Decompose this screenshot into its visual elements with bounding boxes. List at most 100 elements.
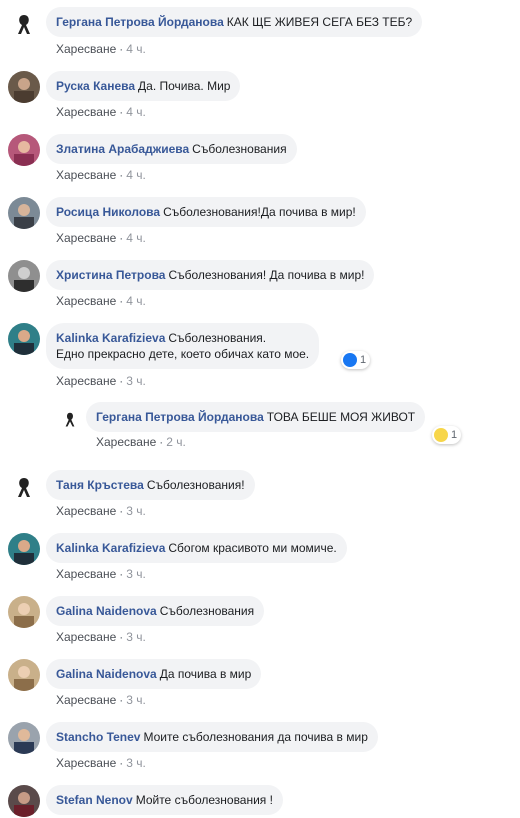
comment-author[interactable]: Kalinka Karafizieva [56,541,165,555]
comment-author[interactable]: Kalinka Karafizieva [56,331,165,345]
comment-time[interactable]: 3 ч. [126,567,146,581]
separator-dot: · [119,693,124,707]
comment-bubble: Stancho Tenev Моите съболезнования да поч… [46,722,378,752]
comment-text: Съболезнования [192,142,287,156]
avatar[interactable] [8,659,40,691]
separator-dot: · [119,42,124,56]
comment-time[interactable]: 2 ч. [166,435,186,449]
avatar[interactable] [8,722,40,754]
comment-bubble: Таня Кръстева Съболезнования! [46,470,255,500]
like-link[interactable]: Харесване [56,294,116,308]
comment-time[interactable]: 4 ч. [126,168,146,182]
comment-author[interactable]: Гергана Петрова Йорданова [56,15,224,29]
comment-author[interactable]: Гергана Петрова Йорданова [96,410,264,424]
comment-time[interactable]: 4 ч. [126,231,146,245]
like-link[interactable]: Харесване [56,374,116,388]
like-link[interactable]: Харесване [56,756,116,770]
comment-bubble: Kalinka Karafizieva Сбогом красивото ми м… [46,533,347,563]
comment-author[interactable]: Златина Арабаджиева [56,142,189,156]
comment-actions: Харесване · 4 ч. [56,168,146,182]
separator-dot: · [119,504,124,518]
comment-text: Съболезнования! [146,478,245,492]
comment-author[interactable]: Христина Петрова [56,268,165,282]
comment-actions: Харесване · 3 ч. [56,693,146,707]
comment-text: Мойте съболезнования ! [135,793,273,807]
comment-actions: Харесване · 4 ч. [56,294,146,308]
separator-dot: · [119,168,124,182]
reply-bubble: Гергана Петрова Йорданова ТОВА БЕШЕ МОЯ Ж… [86,402,426,432]
comment-text: Сбогом красивото ми момиче. [168,541,337,555]
comment-author[interactable]: Stefan Nenov [56,793,133,807]
comment-time[interactable]: 3 ч. [126,374,146,388]
comment-actions: Харесване · 2 ч. [96,435,186,449]
avatar[interactable] [8,197,40,229]
separator-dot: · [159,435,164,449]
reaction-badge[interactable]: 1 [341,351,371,369]
comment-time[interactable]: 3 ч. [126,693,146,707]
like-link[interactable]: Харесване [96,435,156,449]
like-reaction-icon [343,353,357,367]
comment-actions: Харесване · 3 ч. [56,567,146,581]
avatar[interactable] [8,533,40,565]
comment-text: Моите съболезнования да почива в мир [143,730,368,744]
separator-dot: · [119,567,124,581]
reaction-count: 1 [451,429,458,441]
like-link[interactable]: Харесване [56,567,116,581]
like-link[interactable]: Харесване [56,42,116,56]
comment-author[interactable]: Руска Канева [56,79,135,93]
comment-author[interactable]: Galina Naidenova [56,667,157,681]
comment-author[interactable]: Galina Naidenova [56,604,157,618]
avatar[interactable] [8,260,40,292]
reaction-count: 1 [360,354,367,366]
comment-author[interactable]: Росица Николова [56,205,160,219]
comment-text: Да. Почива. Мир [138,79,231,93]
comment-bubble: Гергана Петрова Йорданова КАК ЩЕ ЖИВЕЯ СЕ… [46,7,423,37]
comment-bubble: Златина Арабаджиева Съболезнования [46,134,297,164]
comment-text: ТОВА БЕШЕ МОЯ ЖИВОТ [266,410,416,424]
separator-dot: · [119,231,124,245]
comment-text: Съболезнования!Да почива в мир! [163,205,356,219]
separator-dot: · [119,374,124,388]
like-link[interactable]: Харесване [56,231,116,245]
like-link[interactable]: Харесване [56,105,116,119]
sad-reaction-icon [434,428,448,442]
avatar[interactable] [60,409,80,429]
like-link[interactable]: Харесване [56,504,116,518]
comment-time[interactable]: 4 ч. [126,294,146,308]
comment-time[interactable]: 3 ч. [126,504,146,518]
comment-time[interactable]: 4 ч. [126,105,146,119]
comment-actions: Харесване · 4 ч. [56,105,146,119]
comment-text: Съболезнования! Да почива в мир! [168,268,365,282]
avatar[interactable] [8,323,40,355]
comment-actions: Харесване · 4 ч. [56,231,146,245]
comment-bubble: Kalinka Karafizieva Съболезнования. Едно … [46,323,320,369]
avatar[interactable] [8,785,40,817]
like-link[interactable]: Харесване [56,630,116,644]
comment-actions: Харесване · 3 ч. [56,504,146,518]
comment-text: КАК ЩЕ ЖИВЕЯ СЕГА БЕЗ ТЕБ? [226,15,413,29]
comment-bubble: Руска Канева Да. Почива. Мир [46,71,241,101]
like-link[interactable]: Харесване [56,693,116,707]
comment-text-line2: Едно прекрасно дете, което обичах като м… [56,347,310,361]
comment-bubble: Galina Naidenova Съболезнования [46,596,265,626]
comment-time[interactable]: 4 ч. [126,42,146,56]
comment-author[interactable]: Таня Кръстева [56,478,144,492]
avatar[interactable] [8,7,40,39]
avatar[interactable] [8,596,40,628]
comment-bubble: Росица Николова Съболезнования!Да почива … [46,197,366,227]
reaction-badge[interactable]: 1 [432,426,462,444]
comment-text: Да почива в мир [159,667,252,681]
comment-text: Съболезнования. [168,331,267,345]
comment-actions: Харесване · 4 ч. [56,42,146,56]
avatar[interactable] [8,470,40,502]
comment-actions: Харесване · 3 ч. [56,756,146,770]
avatar[interactable] [8,134,40,166]
comment-time[interactable]: 3 ч. [126,756,146,770]
comment-time[interactable]: 3 ч. [126,630,146,644]
comment-actions: Харесване · 3 ч. [56,630,146,644]
comment-bubble: Galina Naidenova Да почива в мир [46,659,262,689]
like-link[interactable]: Харесване [56,168,116,182]
avatar[interactable] [8,71,40,103]
comment-bubble: Stefan Nenov Мойте съболезнования ! [46,785,283,815]
comment-author[interactable]: Stancho Tenev [56,730,140,744]
